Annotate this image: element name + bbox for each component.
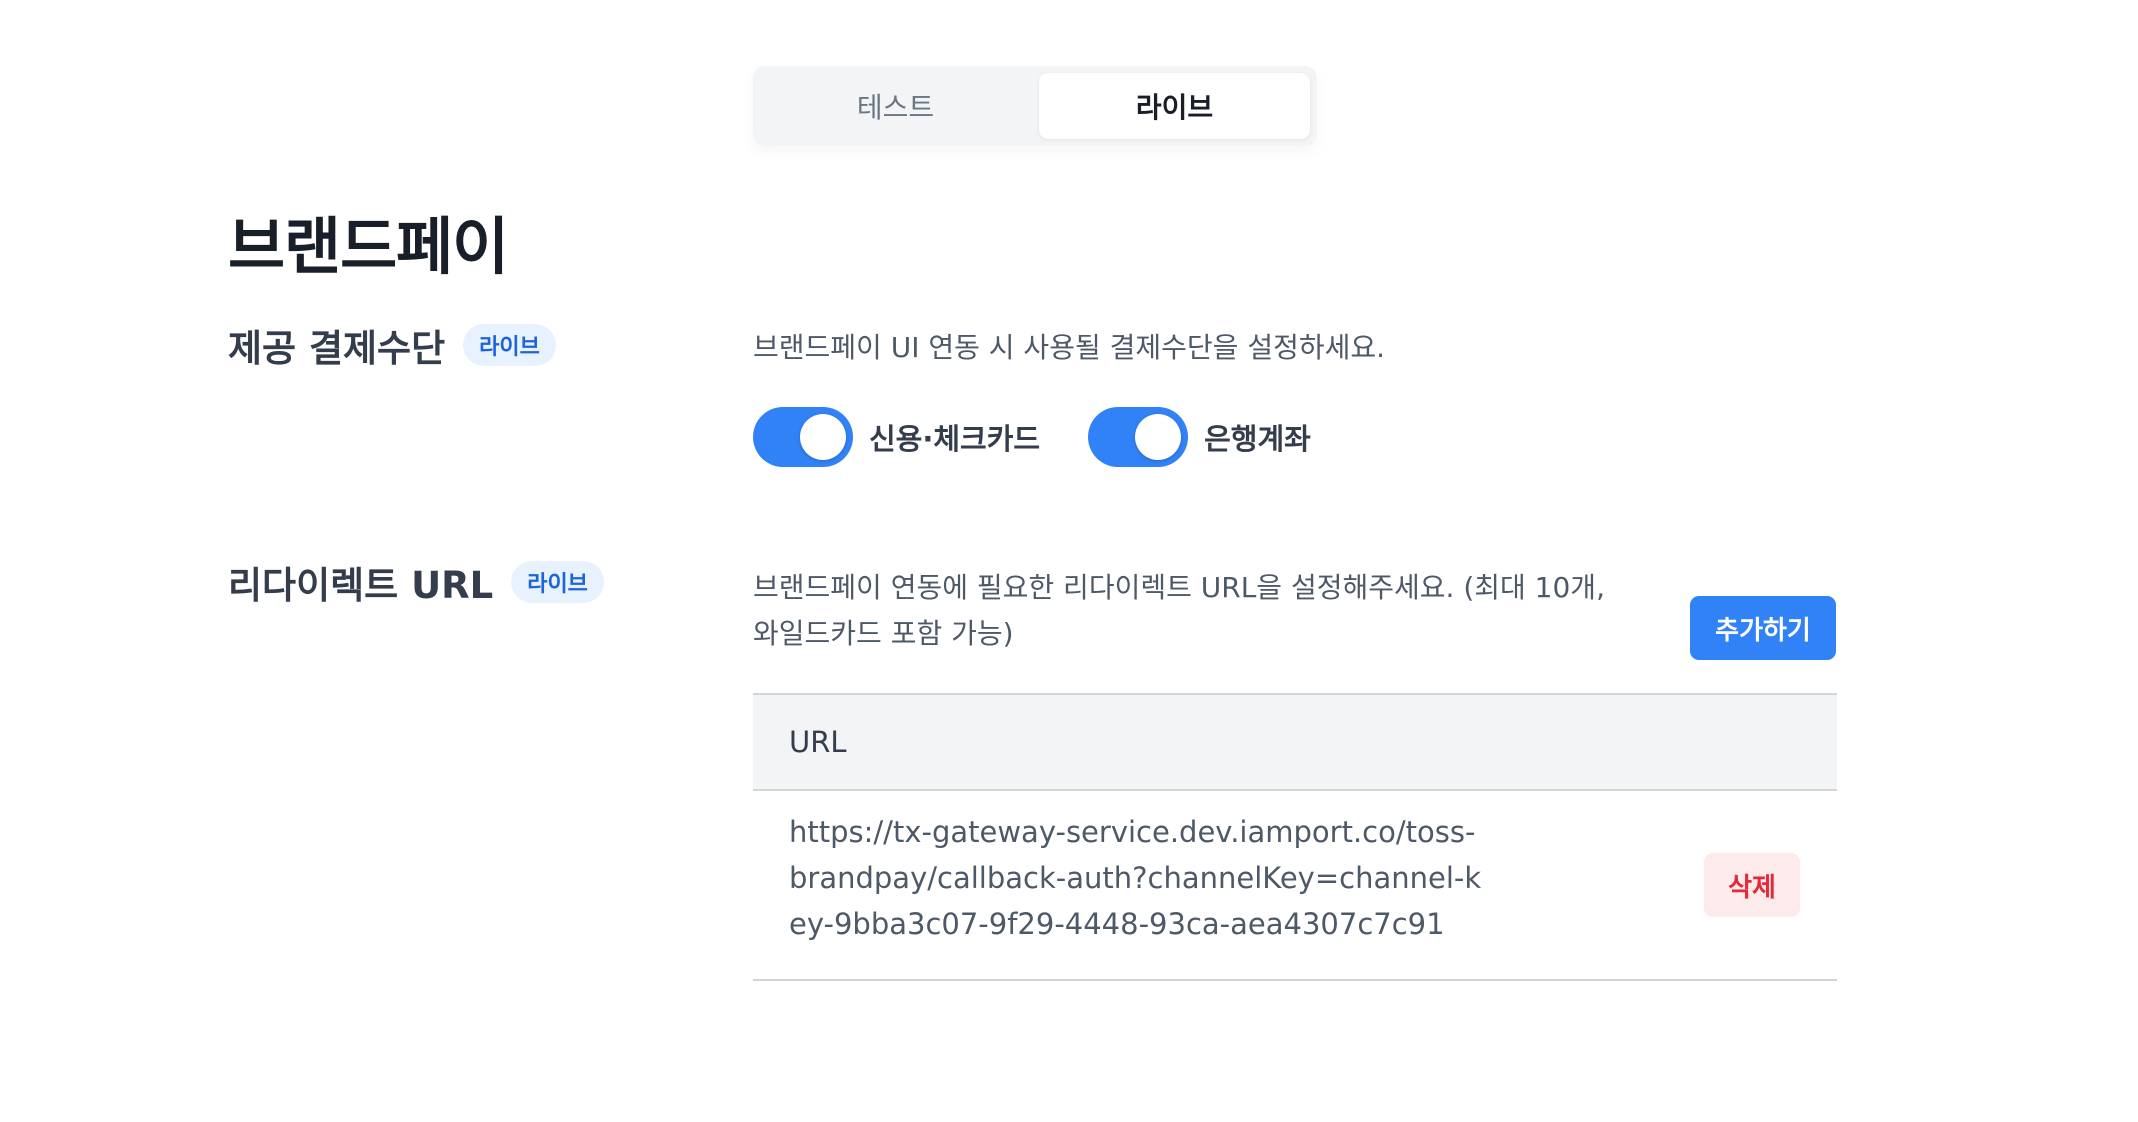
table-row: https://tx-gateway-service.dev.iamport.c… [753,791,1837,981]
live-badge: 라이브 [511,561,604,603]
table-header-url: URL [753,693,1837,791]
redirect-url-section-label: 리다이렉트 URL 라이브 [228,555,604,609]
card-toggle-label: 신용·체크카드 [869,422,1041,456]
redirect-url-description-line1: 브랜드페이 연동에 필요한 리다이렉트 URL을 설정해주세요. (최대 10개… [753,571,1605,604]
mode-switch: 테스트 라이브 [753,66,1317,146]
payment-methods-description: 브랜드페이 UI 연동 시 사용될 결제수단을 설정하세요. [753,331,1386,364]
toggle-knob [1135,414,1182,460]
bank-account-toggle[interactable] [1088,407,1189,467]
delete-url-button[interactable]: 삭제 [1704,853,1800,917]
redirect-url-value: https://tx-gateway-service.dev.iamport.c… [789,815,1482,941]
page-title: 브랜드페이 [228,210,509,283]
tab-live[interactable]: 라이브 [1039,73,1310,139]
redirect-url-description: 브랜드페이 연동에 필요한 리다이렉트 URL을 설정해주세요. (최대 10개… [753,565,1605,657]
add-url-button[interactable]: 추가하기 [1690,596,1836,660]
redirect-url-description-line2: 와일드카드 포함 가능) [753,617,1014,650]
payment-methods-label: 제공 결제수단 [228,327,446,370]
tab-test[interactable]: 테스트 [760,73,1031,139]
toggle-knob [800,414,846,460]
redirect-url-table: URL https://tx-gateway-service.dev.iampo… [753,693,1837,981]
card-toggle-item[interactable]: 신용·체크카드 [753,407,1040,467]
payment-method-toggles: 신용·체크카드 은행계좌 [753,407,1359,467]
bank-account-toggle-label: 은행계좌 [1204,422,1311,456]
redirect-url-label: 리다이렉트 URL [228,564,494,607]
payment-methods-section-label: 제공 결제수단 라이브 [228,318,556,372]
live-badge: 라이브 [463,324,556,366]
bank-toggle-item[interactable]: 은행계좌 [1088,407,1311,467]
card-toggle[interactable] [753,407,853,467]
